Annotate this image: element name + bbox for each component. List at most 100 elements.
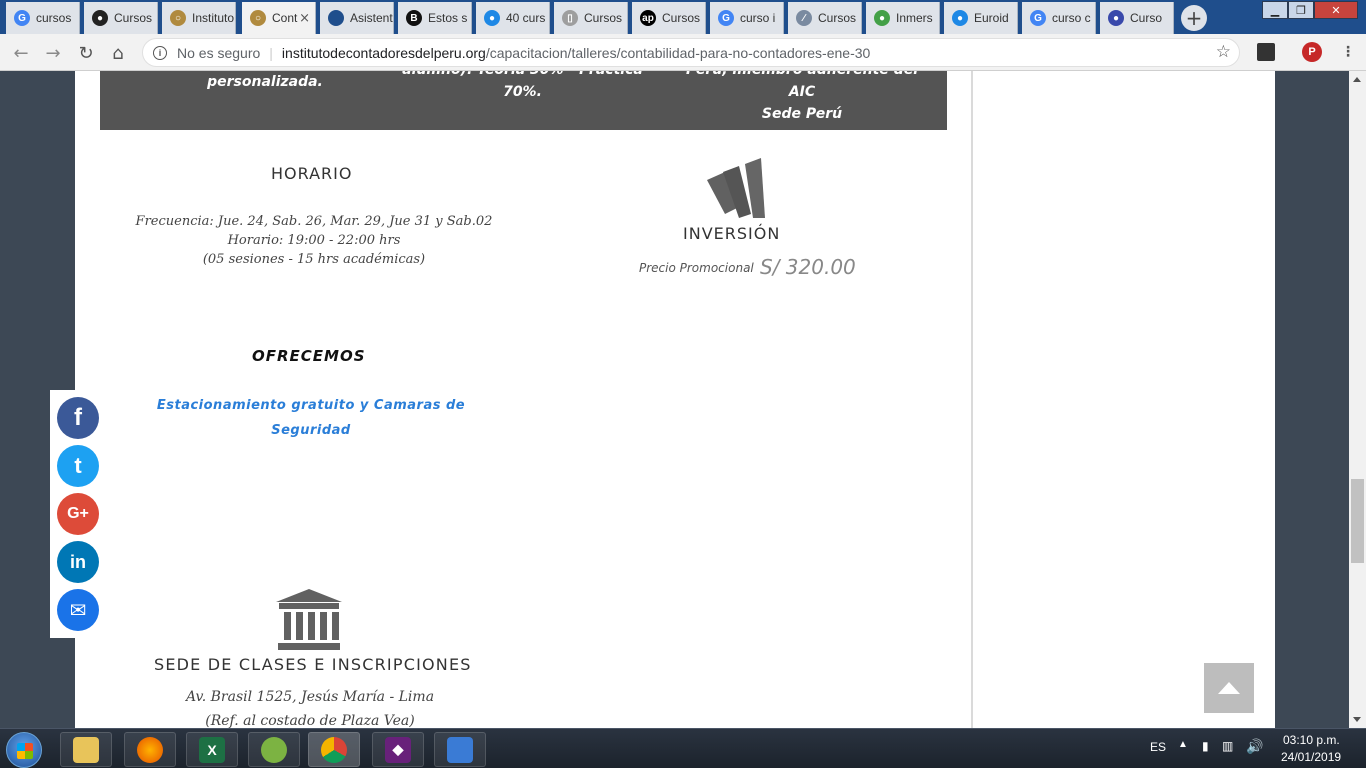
band-col-2-line: alumno). Teoría 30% - Práctica <box>400 71 645 81</box>
tab-title: curso c <box>1052 11 1091 25</box>
browser-tab[interactable]: ● Euroid <box>944 2 1018 34</box>
firefox-icon <box>137 736 163 763</box>
google-plus-share-icon[interactable]: G+ <box>57 493 99 535</box>
scroll-up-icon[interactable] <box>1353 77 1361 82</box>
scroll-to-top-button[interactable] <box>1204 663 1254 713</box>
taskbar-chrome[interactable] <box>308 732 360 767</box>
security-label[interactable]: No es seguro <box>177 45 260 61</box>
tab-title: Cursos <box>114 11 153 25</box>
profile-avatar[interactable]: P <box>1302 42 1322 62</box>
world-icon: ● <box>1108 10 1124 26</box>
email-share-icon[interactable]: ✉ <box>57 589 99 631</box>
new-tab-button[interactable]: + <box>1181 5 1207 31</box>
back-icon[interactable]: ← <box>10 42 32 64</box>
bbc-icon: B <box>406 10 422 26</box>
tab-title: cursos <box>36 11 72 25</box>
clock-date[interactable]: 24/01/2019 <box>1281 750 1341 764</box>
band-col-2: alumno). Teoría 30% - Práctica 70%. <box>400 71 645 103</box>
menu-kebab-icon[interactable]: ⋮ <box>1341 44 1355 60</box>
start-button[interactable] <box>6 732 42 768</box>
taskbar-android-studio[interactable] <box>248 732 300 767</box>
google-icon: G <box>718 10 734 26</box>
band-col-3-line: Sede Perú <box>761 106 843 122</box>
course-info-band: personalizada. alumno). Teoría 30% - Prá… <box>100 71 947 130</box>
tab-title: 40 curs <box>506 11 546 25</box>
show-hidden-icons-icon[interactable]: ▲ <box>1178 739 1188 750</box>
facebook-share-icon[interactable]: f <box>57 397 99 439</box>
home-icon[interactable]: ⌂ <box>107 42 129 64</box>
address-bar[interactable]: i No es seguro | institutodecontadoresde… <box>142 38 1240 67</box>
browser-tab[interactable]: ○ Instituto <box>162 2 236 34</box>
language-indicator[interactable]: ES <box>1150 740 1166 754</box>
url-host[interactable]: institutodecontadoresdelperu.org <box>282 45 486 61</box>
taskbar-excel[interactable]: X <box>186 732 238 767</box>
price-label: Precio Promocional <box>639 261 754 275</box>
browser-tab[interactable]: ● Cursos <box>84 2 158 34</box>
network-icon[interactable]: ▥ <box>1222 739 1233 753</box>
twitter-share-icon[interactable]: t <box>57 445 99 487</box>
browser-tab[interactable]: Asistente <box>320 2 394 34</box>
battery-icon[interactable]: ▮ <box>1202 739 1209 753</box>
minimize-button[interactable]: ▁ <box>1262 1 1288 19</box>
info-icon[interactable]: i <box>153 45 167 60</box>
instituto-icon: ○ <box>250 10 266 26</box>
vertical-scrollbar[interactable] <box>1349 71 1366 728</box>
browser-tab[interactable]: ● Curso <box>1100 2 1174 34</box>
extension-icon[interactable] <box>1257 43 1275 61</box>
bookmark-star-icon[interactable]: ☆ <box>1216 42 1231 62</box>
sede-address: Av. Brasil 1525, Jesús María - Lima <box>185 689 435 705</box>
feather-icon: ∕ <box>796 10 812 26</box>
taskbar-file-explorer[interactable] <box>60 732 112 767</box>
globe-icon: ● <box>874 10 890 26</box>
chat-bubble-icon: ● <box>484 10 500 26</box>
maximize-button[interactable]: ❐ <box>1288 1 1314 19</box>
scroll-down-icon[interactable] <box>1353 717 1361 722</box>
browser-tab[interactable]: ▯ Cursos <box>554 2 628 34</box>
browser-toolbar: ← → ↻ ⌂ i No es seguro | institutodecont… <box>0 34 1366 71</box>
browser-tab[interactable]: ∕ Cursos <box>788 2 862 34</box>
browser-tab[interactable]: B Estos s <box>398 2 472 34</box>
benefit-line-2: Seguridad <box>271 423 351 438</box>
horario-sessions: (05 sesiones - 15 hrs académicas) <box>202 252 426 267</box>
clock-time[interactable]: 03:10 p.m. <box>1283 733 1340 747</box>
browser-tab[interactable]: ● Inmers <box>866 2 940 34</box>
android-studio-icon <box>261 736 287 763</box>
tab-close-icon[interactable]: × <box>299 11 310 26</box>
tab-title: Cursos <box>662 11 701 25</box>
scrollbar-thumb[interactable] <box>1351 479 1364 563</box>
taskbar-firefox[interactable] <box>124 732 176 767</box>
window-controls: ▁ ❐ ✕ <box>1262 1 1358 19</box>
sede-reference: (Ref. al costado de Plaza Vea) <box>205 713 415 728</box>
browser-tab[interactable]: Gcurso c <box>1022 2 1096 34</box>
volume-icon[interactable]: 🔊 <box>1246 738 1263 755</box>
browser-tab[interactable]: ○ Cont × <box>242 2 316 34</box>
reload-icon[interactable]: ↻ <box>75 42 97 64</box>
url-path[interactable]: /capacitacion/talleres/contabilidad-para… <box>486 45 870 61</box>
taskbar-remote-desktop[interactable] <box>434 732 486 767</box>
linkedin-share-icon[interactable]: in <box>57 541 99 583</box>
browser-tab[interactable]: ap Cursos <box>632 2 706 34</box>
band-col-1: personalizada. <box>155 71 375 93</box>
close-window-button[interactable]: ✕ <box>1314 1 1358 19</box>
arrow-up-icon <box>1218 682 1240 694</box>
social-share-bar: f t G+ in ✉ <box>50 390 106 638</box>
tab-title: curso i <box>740 11 776 25</box>
instituto-icon: ○ <box>170 10 186 26</box>
tab-title: Cursos <box>818 11 857 25</box>
browser-tab[interactable]: ● 40 curs <box>476 2 550 34</box>
taskbar-visual-studio[interactable]: ◆ <box>372 732 424 767</box>
tab-title: Asistente <box>350 11 393 25</box>
ap-icon: ap <box>640 10 656 26</box>
tab-title: Inmers <box>896 11 933 25</box>
inversion-title: INVERSIÓN <box>683 224 781 243</box>
browser-tab[interactable]: Gcursos <box>6 2 80 34</box>
tab-title: Instituto <box>192 11 235 25</box>
browser-tab-strip: + ▁ ❐ ✕ Gcursos ● Cursos ○ Instituto ○ Cont × As… <box>0 0 1366 34</box>
benefit-line-1: Estacionamiento gratuito y Camaras de <box>156 398 466 413</box>
browser-tab[interactable]: Gcurso i <box>710 2 784 34</box>
globe-icon: ● <box>952 10 968 26</box>
google-icon: G <box>1030 10 1046 26</box>
band-col-2-line: 70%. <box>503 84 542 100</box>
forward-icon[interactable]: → <box>42 42 64 64</box>
excel-icon: X <box>199 736 225 763</box>
